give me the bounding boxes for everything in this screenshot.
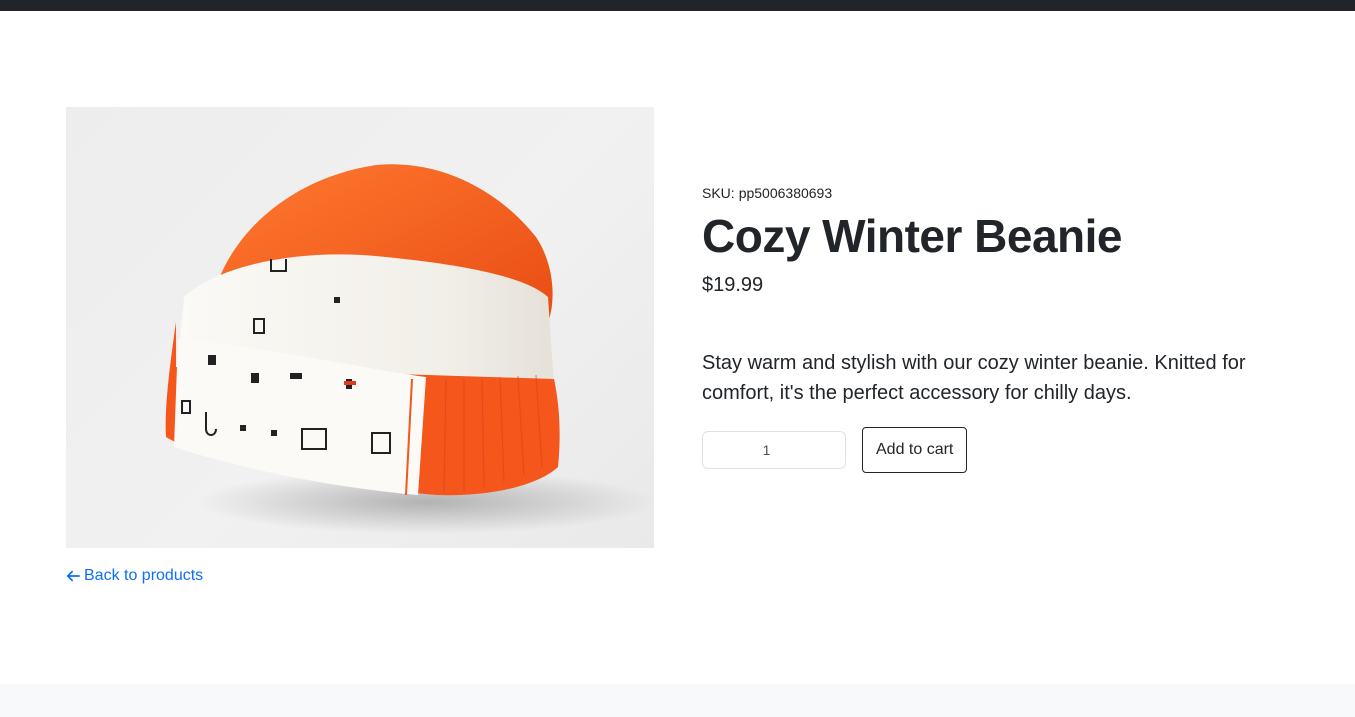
back-to-products-link[interactable]: Back to products [66, 566, 203, 586]
back-link-label: Back to products [84, 567, 204, 584]
footer [0, 684, 1355, 717]
sku-line: SKU: pp5006380693 [702, 184, 1302, 202]
product-info: SKU: pp5006380693 Cozy Winter Beanie $19… [702, 184, 1302, 408]
arrow-left-icon [66, 570, 80, 582]
add-to-cart-button[interactable]: Add to cart [862, 427, 968, 473]
product-description: Stay warm and stylish with our cozy wint… [702, 352, 1246, 404]
sku-label: SKU: [702, 185, 735, 201]
product-image [66, 107, 654, 548]
top-navbar [0, 0, 1355, 11]
product-price: $19.99 [702, 274, 764, 296]
beanie-illustration [165, 164, 654, 534]
purchase-row: Add to cart [702, 427, 968, 473]
quantity-input[interactable] [702, 431, 846, 469]
sku-value: pp5006380693 [738, 185, 833, 201]
product-title: Cozy Winter Beanie [702, 210, 1123, 262]
